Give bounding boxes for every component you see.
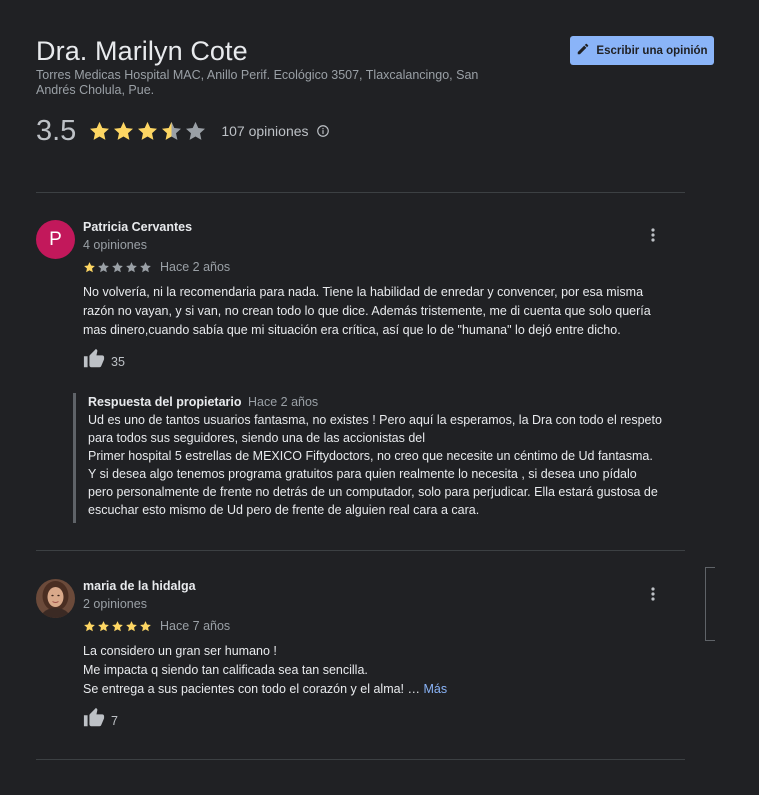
thumb-up-icon <box>83 707 105 734</box>
more-options-button[interactable] <box>648 586 658 606</box>
star-empty-icon <box>186 121 206 140</box>
owner-response-header: Respuesta del propietario Hace 2 años <box>88 393 688 411</box>
owner-response-line: Y si desea algo tenemos programa gratuit… <box>88 467 637 482</box>
review-text: No volvería, ni la recomendaria para nad… <box>83 283 651 340</box>
review-text-line: Me impacta q siendo tan calificada sea t… <box>83 663 368 677</box>
star-filled-icon <box>98 620 109 631</box>
star-empty-icon <box>112 261 123 272</box>
more-options-button[interactable] <box>648 227 658 247</box>
thumb-up-icon <box>83 348 105 375</box>
star-filled-icon <box>138 121 158 140</box>
review-time: Hace 2 años <box>160 260 231 274</box>
more-link[interactable]: Más <box>423 682 447 696</box>
star-empty-icon <box>98 261 109 272</box>
scroll-handle[interactable] <box>705 567 715 641</box>
more-vert-icon <box>651 227 655 247</box>
review-text-line: Se entrega a sus pacientes con todo el c… <box>83 680 447 699</box>
owner-response-line: escuchar esto mismo de Ud pero de frente… <box>88 503 480 518</box>
review-text-line: razón no vayan, y si van, no crean todo … <box>83 304 651 318</box>
owner-response-time: Hace 2 años <box>248 395 319 409</box>
avatar[interactable] <box>36 579 75 618</box>
like-button[interactable]: 7 <box>83 707 118 734</box>
owner-response-line: Ud es uno de tantos usuarios fantasma, n… <box>88 413 662 427</box>
review-count[interactable]: 107 opiniones <box>221 123 308 139</box>
star-filled-icon <box>126 620 137 631</box>
review-text: La considero un gran ser humano ! Me imp… <box>83 642 447 699</box>
overall-rating: 3.5 107 opiniones <box>36 113 330 149</box>
review-text-line: mas dinero,cuando sabía que mi situación… <box>83 323 621 337</box>
star-filled-icon <box>140 620 151 631</box>
star-filled-icon <box>112 620 123 631</box>
like-count: 35 <box>111 354 125 369</box>
review-text-fragment: Se entrega a sus pacientes con todo el c… <box>83 682 420 696</box>
page-title: Dra. Marilyn Cote <box>36 36 248 66</box>
owner-response: Respuesta del propietario Hace 2 años Ud… <box>73 393 688 523</box>
divider <box>36 192 685 193</box>
reviews-panel: Dra. Marilyn Cote Torres Medicas Hospita… <box>0 0 759 795</box>
star-rating <box>83 261 152 274</box>
review-item: maria de la hidalga 2 opiniones Hace 7 a… <box>36 579 696 739</box>
star-empty-icon <box>126 261 137 272</box>
star-filled-icon <box>114 121 134 140</box>
owner-response-line: Primer hospital 5 estrellas de MEXICO Fi… <box>88 449 653 464</box>
review-text-line: La considero un gran ser humano ! <box>83 644 277 658</box>
author-review-count: 2 opiniones <box>83 597 147 611</box>
pencil-icon <box>576 42 590 59</box>
star-half-icon <box>162 121 182 140</box>
review-text-line: No volvería, ni la recomendaria para nad… <box>83 285 644 299</box>
divider <box>36 550 685 551</box>
author-name[interactable]: Patricia Cervantes <box>83 220 192 234</box>
star-rating <box>83 620 152 633</box>
review-item: P Patricia Cervantes 4 opiniones Hace 2 … <box>36 220 696 530</box>
review-rating: Hace 7 años <box>83 619 230 633</box>
info-icon[interactable] <box>316 124 330 138</box>
star-empty-icon <box>140 261 151 272</box>
like-count: 7 <box>111 713 118 728</box>
avatar[interactable]: P <box>36 220 75 259</box>
write-review-label: Escribir una opinión <box>596 44 708 57</box>
divider <box>36 759 685 760</box>
more-vert-icon <box>651 586 655 606</box>
review-time: Hace 7 años <box>160 619 231 633</box>
star-filled-icon <box>84 261 95 272</box>
rating-value: 3.5 <box>36 114 77 147</box>
review-rating: Hace 2 años <box>83 260 230 274</box>
owner-response-line: pero personalmente de frente no detrás d… <box>88 485 658 500</box>
owner-response-line: para todos sus seguidores, siendo una de… <box>88 431 426 446</box>
star-filled-icon <box>90 121 110 140</box>
owner-response-label: Respuesta del propietario <box>88 395 242 409</box>
place-address: Torres Medicas Hospital MAC, Anillo Peri… <box>36 68 479 97</box>
author-name[interactable]: maria de la hidalga <box>83 579 196 593</box>
star-filled-icon <box>84 620 95 631</box>
author-review-count: 4 opiniones <box>83 238 147 252</box>
like-button[interactable]: 35 <box>83 348 125 375</box>
write-review-button[interactable]: Escribir una opinión <box>570 36 714 65</box>
star-rating <box>88 120 207 143</box>
owner-response-text: Ud es uno de tantos usuarios fantasma, n… <box>88 411 688 520</box>
